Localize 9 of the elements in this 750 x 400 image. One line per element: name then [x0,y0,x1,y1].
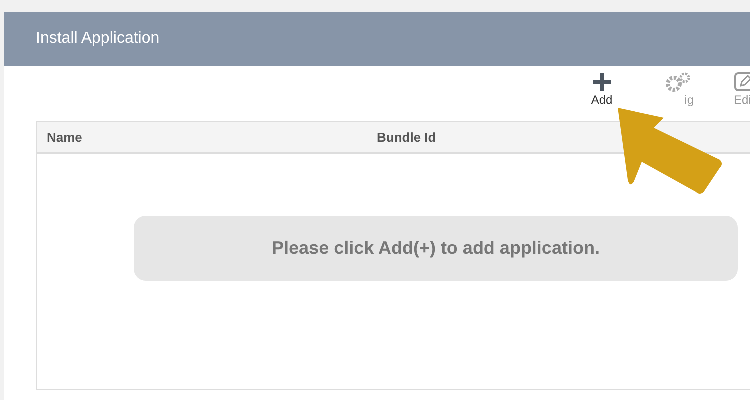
column-header: Bundle Id [377,130,436,144]
plus-icon [592,72,612,92]
window-title: Install Application [36,30,160,48]
empty-message: Please click Add(+) to add application. [134,216,738,281]
toolbar-button[interactable]: ig [664,72,694,107]
column-header: Name [46,130,84,144]
gears-icon [664,72,692,92]
edit-icon [734,72,750,92]
toolbar-button[interactable]: Add [585,72,619,107]
